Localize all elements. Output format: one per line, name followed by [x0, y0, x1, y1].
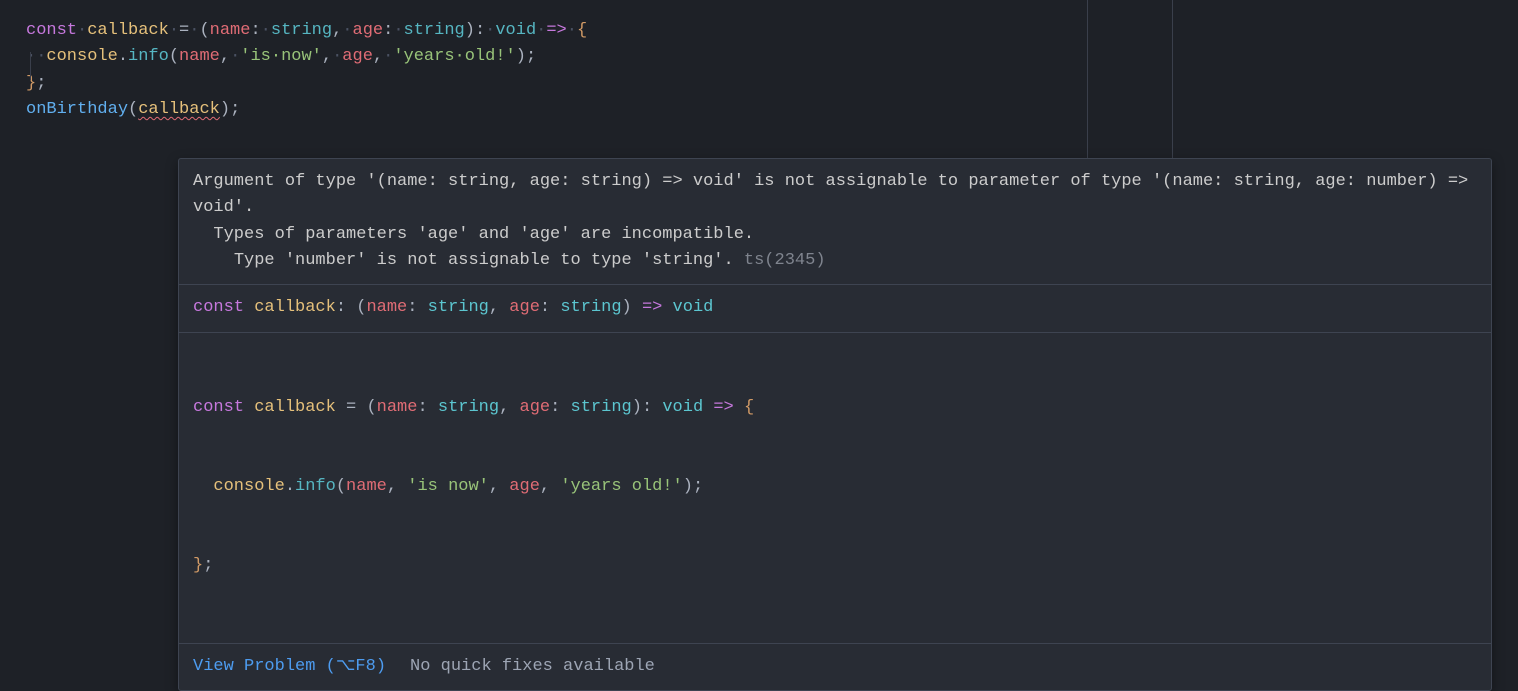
hover-signature: const callback: (name: string, age: stri… [179, 285, 1491, 332]
code-line-4: onBirthday(callback); [26, 97, 1518, 123]
no-quick-fix-label: No quick fixes available [410, 654, 655, 680]
error-code: ts(2345) [744, 251, 826, 270]
hover-error-message: Argument of type '(name: string, age: st… [179, 159, 1491, 285]
code-editor[interactable]: const·callback·=·(name:·string,·age:·str… [0, 0, 1518, 123]
code-line-2: ··console.info(name,·'is·now',·age,·'yea… [26, 44, 1518, 70]
indent-guide [30, 52, 31, 80]
hover-footer: View Problem (⌥F8) No quick fixes availa… [179, 644, 1491, 690]
code-line-1: const·callback·=·(name:·string,·age:·str… [26, 18, 1518, 44]
hover-tooltip: Argument of type '(name: string, age: st… [178, 158, 1492, 691]
error-token-callback[interactable]: callback [138, 100, 220, 119]
view-problem-link[interactable]: View Problem (⌥F8) [193, 654, 386, 680]
code-line-3: }; [26, 71, 1518, 97]
hover-definition: const callback = (name: string, age: str… [179, 333, 1491, 644]
